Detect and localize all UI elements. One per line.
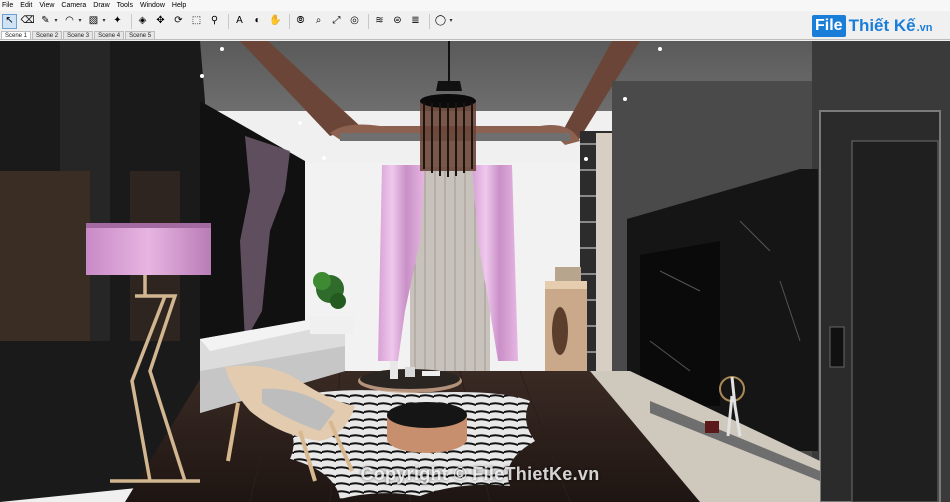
tool-button-0[interactable]: ↖ [2,13,17,29]
tool-button-2[interactable]: ✎ [38,14,53,29]
tool-button-11[interactable]: A [232,14,247,29]
floor-lamp-shade [86,223,211,275]
tool-dropdown-21[interactable]: ▾ [448,14,454,29]
tool-button-13[interactable]: ✋ [268,14,283,29]
model-viewport[interactable] [0,41,950,502]
tool-button-1[interactable]: ⌫ [20,14,35,29]
tool-button-21[interactable]: ◯ [433,14,448,29]
scene-tab-3[interactable]: Scene 3 [63,31,94,39]
tool-button-9[interactable]: ⬚ [189,14,204,29]
menu-bar: File Edit View Camera Draw Tools Window … [0,0,950,11]
scene-tab-4[interactable]: Scene 4 [94,31,125,39]
tool-button-15[interactable]: ⌕ [311,14,326,29]
brand-logo: File Thiết Kế .vn [812,14,933,38]
tool-button-6[interactable]: ◈ [135,14,150,29]
logo-box: File [812,15,846,37]
tool-button-16[interactable]: ⤢ [329,14,344,29]
tool-button-5[interactable]: ✦ [110,14,125,29]
menu-camera[interactable]: Camera [61,0,86,11]
tool-button-4[interactable]: ▧ [86,14,101,29]
tool-dropdown-4[interactable]: ▾ [101,14,107,29]
tool-dropdown-2[interactable]: ▾ [53,14,59,29]
menu-view[interactable]: View [39,0,54,11]
tool-button-19[interactable]: ⊜ [390,14,405,29]
menu-draw[interactable]: Draw [93,0,109,11]
menu-window[interactable]: Window [140,0,165,11]
logo-suffix: .vn [916,22,933,34]
menu-edit[interactable]: Edit [20,0,32,11]
scene-tabs: Scene 1 Scene 2 Scene 3 Scene 4 Scene 5 [0,31,950,40]
scene-tab-2[interactable]: Scene 2 [32,31,63,39]
main-toolbar: ↖ ⌫ ✎ ▾ ◠ ▾ ▧ ▾ ✦ ◈ ✥ ⟳ ⬚ ⚲ A ◐ ✋ ⦾ ⌕ ⤢ ◎ ≋ ⊜ ≣ ◯ ▾ [0,11,950,31]
logo-text: Thiết Kế [848,16,916,35]
tool-button-3[interactable]: ◠ [62,14,77,29]
toolbar-separator [131,13,132,29]
toolbar-separator [429,13,430,29]
toolbar-separator [228,13,229,29]
menu-help[interactable]: Help [172,0,186,11]
tool-button-20[interactable]: ≣ [408,14,423,29]
tool-dropdown-3[interactable]: ▾ [77,14,83,29]
scene-tab-5[interactable]: Scene 5 [125,31,156,39]
tool-button-12[interactable]: ◐ [250,14,265,29]
tool-button-18[interactable]: ≋ [372,14,387,29]
toolbar-separator [368,13,369,29]
menu-file[interactable]: File [2,0,13,11]
menu-tools[interactable]: Tools [117,0,133,11]
copyright-watermark: Copyright © FileThietKe.vn [360,464,600,484]
tool-button-17[interactable]: ◎ [347,14,362,29]
tool-button-10[interactable]: ⚲ [207,14,222,29]
tool-button-14[interactable]: ⦾ [293,14,308,29]
toolbar-separator [289,13,290,29]
scene-tab-1[interactable]: Scene 1 [1,31,32,39]
tool-button-8[interactable]: ⟳ [171,14,186,29]
tool-button-7[interactable]: ✥ [153,14,168,29]
